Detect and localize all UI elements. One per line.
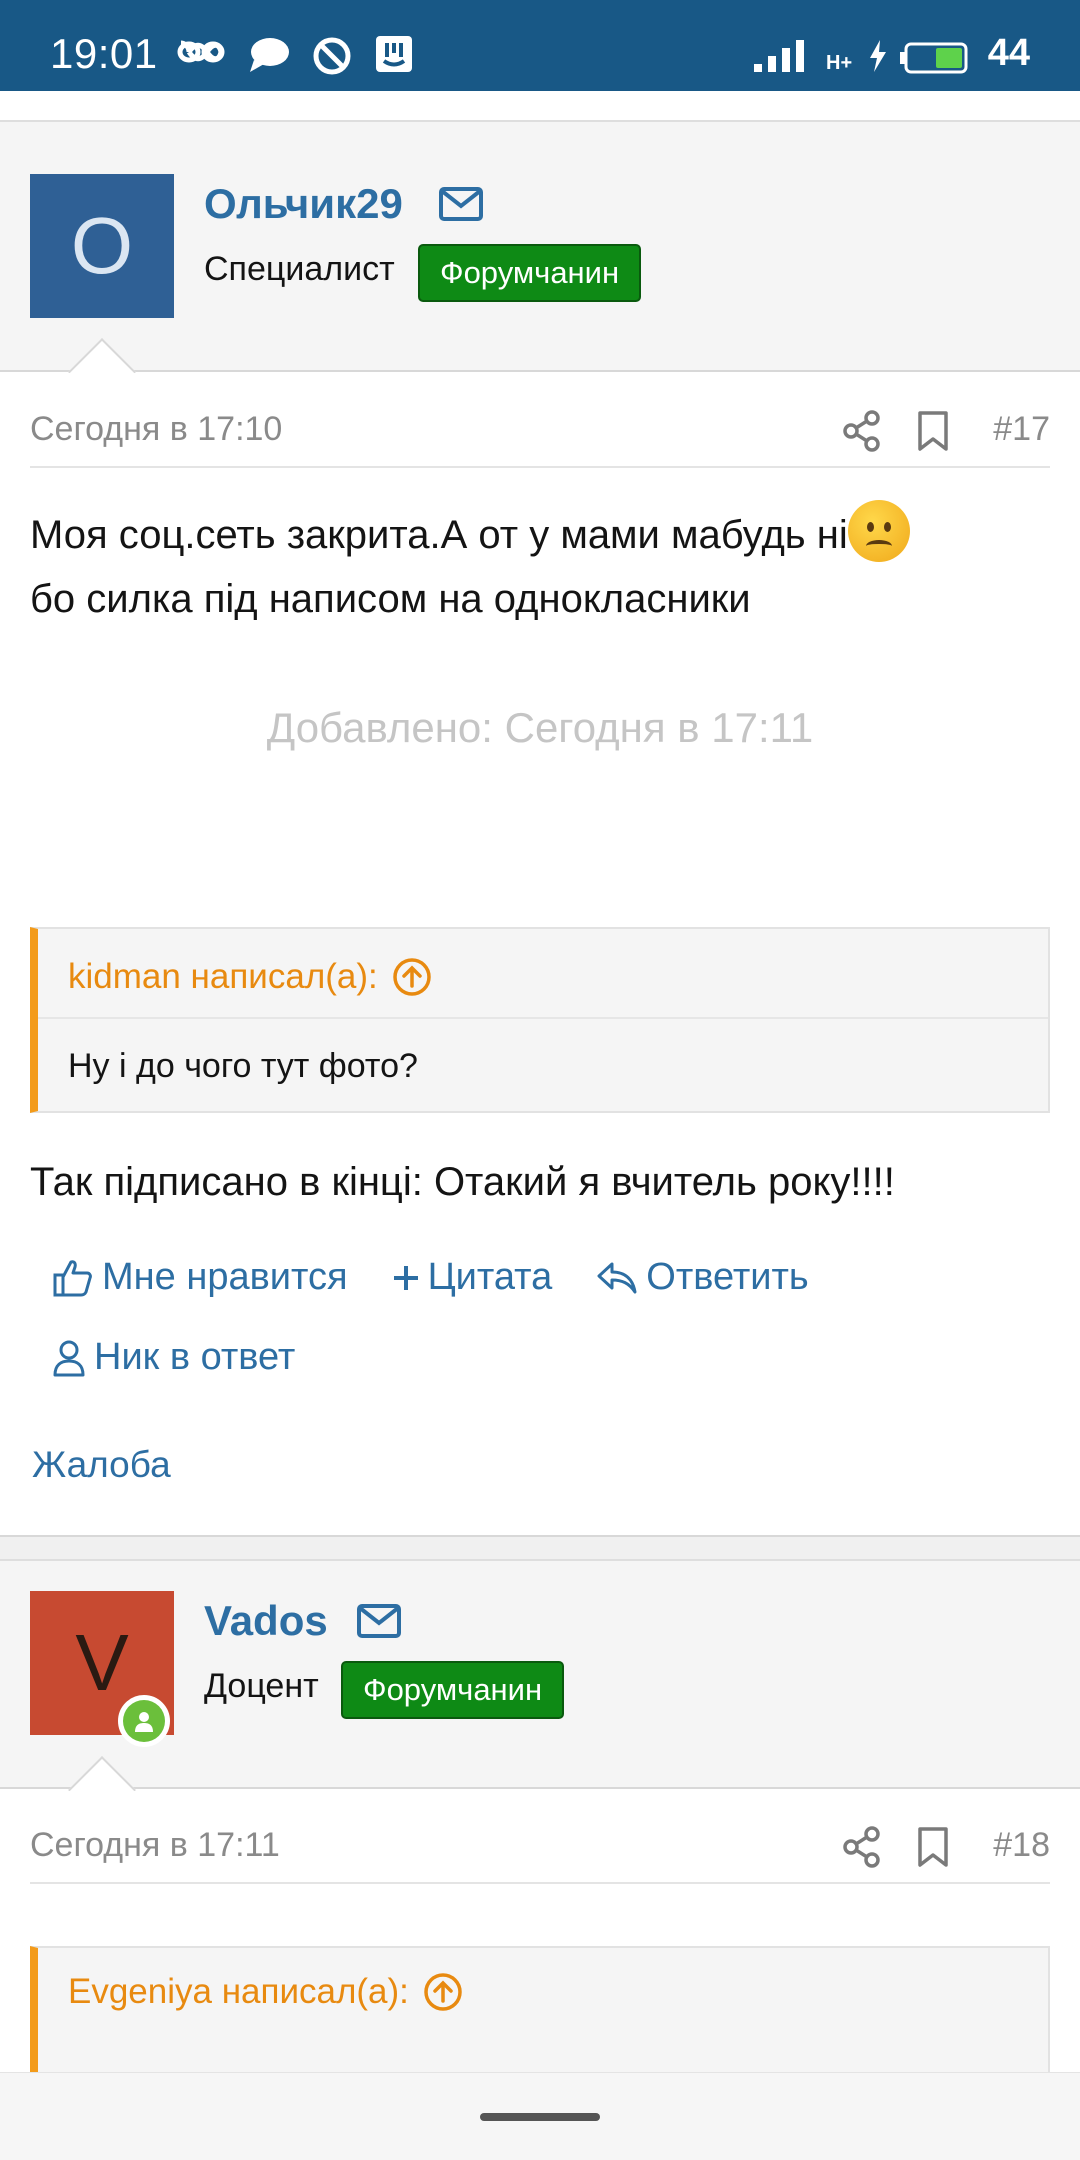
network-type: H+	[826, 52, 853, 74]
post-text-line: бо силка під написом на однокласники	[30, 577, 751, 621]
quote-author[interactable]: Evgeniya написал(а):	[68, 1972, 409, 2012]
charging-icon	[870, 40, 886, 72]
quote-block: Evgeniya написал(а):	[30, 1946, 1050, 2076]
quote-divider	[38, 1017, 1048, 1019]
reply-label: Ответить	[646, 1256, 809, 1298]
user-icon	[53, 1340, 85, 1376]
like-label: Мне нравится	[102, 1256, 348, 1298]
arrow-up-circle-icon[interactable]	[392, 957, 432, 997]
post-number[interactable]: #17	[993, 410, 1050, 449]
avatar-letter: O	[70, 201, 134, 290]
status-bar: 19:01 H+ 44	[0, 0, 1080, 91]
report-link[interactable]: Жалоба	[32, 1444, 171, 1486]
post-author-block: O Ольчик29 Специалист Форумчанин	[0, 120, 1080, 372]
chat-bubble-icon	[250, 38, 289, 72]
do-not-disturb-icon	[313, 37, 351, 75]
quote-block: kidman написал(а): Ну і до чого тут фото…	[30, 927, 1050, 1113]
plus-icon	[393, 1265, 418, 1290]
quote-author[interactable]: kidman написал(а):	[68, 957, 378, 997]
battery-icon	[900, 42, 968, 74]
user-title: Доцент	[204, 1667, 319, 1705]
like-button[interactable]: Мне нравится	[52, 1256, 348, 1299]
avatar[interactable]: O	[30, 174, 174, 318]
quote-text: Ну і до чого тут фото?	[68, 1047, 418, 1085]
quote-header[interactable]: kidman написал(а):	[68, 957, 432, 997]
mail-icon[interactable]	[356, 1603, 402, 1639]
arrow-up-circle-icon[interactable]	[423, 1972, 463, 2012]
user-badge: Форумчанин	[341, 1661, 565, 1719]
post-date[interactable]: Сегодня в 17:10	[30, 410, 282, 449]
post-number[interactable]: #18	[993, 1826, 1050, 1865]
bookmark-icon[interactable]	[916, 410, 950, 452]
badge-label: Форумчанин	[363, 1672, 543, 1707]
badge-label: Форумчанин	[440, 255, 620, 290]
top-spacer	[0, 91, 1080, 122]
reply-icon	[597, 1262, 637, 1293]
sad-face-emoji-icon	[847, 500, 910, 562]
reply-text: Так підписано в кінці: Отакий я вчитель …	[30, 1160, 895, 1204]
share-icon[interactable]	[842, 410, 882, 452]
post-text: Моя соц.сеть закрита.А от у мами мабудь …	[30, 500, 1060, 631]
username[interactable]: Ольчик29	[204, 180, 403, 228]
infinity-icon	[177, 40, 225, 63]
post-actions-row2: Ник в ответ	[52, 1336, 339, 1379]
nick-reply-button[interactable]: Ник в ответ	[52, 1336, 295, 1379]
user-badge: Форумчанин	[418, 244, 642, 302]
post-actions: Мне нравится Цитата Ответить	[52, 1256, 853, 1299]
user-title: Специалист	[204, 250, 395, 288]
post-meta: Сегодня в 17:11 #18	[30, 1812, 1050, 1884]
added-note: Добавлено: Сегодня в 17:11	[266, 704, 814, 751]
share-icon[interactable]	[842, 1826, 882, 1868]
reply-button[interactable]: Ответить	[596, 1256, 809, 1299]
quote-button[interactable]: Цитата	[392, 1256, 553, 1299]
nick-reply-label: Ник в ответ	[94, 1336, 296, 1378]
status-time: 19:01	[50, 30, 158, 77]
battery-level: 44	[987, 32, 1030, 74]
mail-icon[interactable]	[438, 186, 484, 222]
online-status-icon	[118, 1695, 170, 1747]
thumbs-up-icon	[53, 1259, 92, 1296]
quote-header[interactable]: Evgeniya написал(а):	[68, 1972, 463, 2012]
post-author-block: V Vados Доцент Форумчанин	[0, 1559, 1080, 1789]
post-date[interactable]: Сегодня в 17:11	[30, 1826, 280, 1865]
bookmark-icon[interactable]	[916, 1826, 950, 1868]
username[interactable]: Vados	[204, 1597, 328, 1645]
avatar-letter: V	[75, 1618, 129, 1707]
app-notification-icon	[376, 36, 412, 72]
post-text-line: Моя соц.сеть закрита.А от у мами мабудь …	[30, 513, 848, 557]
post-separator	[0, 1535, 1080, 1559]
navigation-bar	[0, 2072, 1080, 2160]
post-meta: Сегодня в 17:10 #17	[30, 396, 1050, 468]
quote-label: Цитата	[427, 1256, 553, 1298]
home-gesture-handle[interactable]	[480, 2113, 600, 2121]
signal-icon	[754, 40, 804, 72]
